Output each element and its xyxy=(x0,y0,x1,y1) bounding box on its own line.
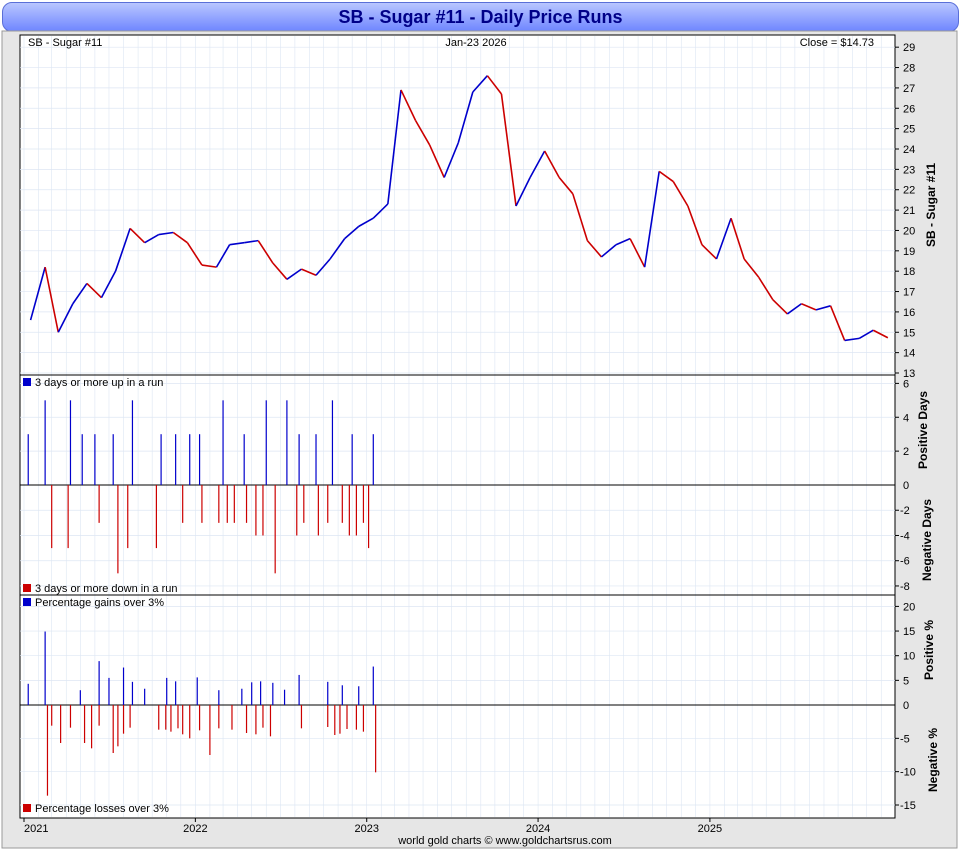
negative-percent-axis-title: Negative % xyxy=(926,728,940,792)
negative-days-axis-title: Negative Days xyxy=(920,499,934,581)
price-tick-label: 17 xyxy=(903,287,915,299)
price-axis-title: SB - Sugar #11 xyxy=(924,163,938,247)
percent-tick-label: 15 xyxy=(903,626,915,638)
footer-credit: world gold charts © www.goldchartsrus.co… xyxy=(397,835,612,847)
percent-tick-label: -15 xyxy=(900,800,916,812)
price-tick-label: 16 xyxy=(903,307,915,319)
days-tick-label: -4 xyxy=(900,530,910,542)
year-tick-label: 2021 xyxy=(24,823,48,835)
year-tick-label: 2024 xyxy=(526,823,550,835)
date-label: Jan-23 2026 xyxy=(445,37,506,49)
price-tick-label: 27 xyxy=(903,83,915,95)
days-tick-label: 6 xyxy=(903,378,909,390)
legend-swatch-gains xyxy=(23,598,31,606)
symbol-label: SB - Sugar #11 xyxy=(28,37,102,49)
price-tick-label: 26 xyxy=(903,103,915,115)
close-label: Close = $14.73 xyxy=(800,37,874,49)
percent-tick-label: -5 xyxy=(900,733,910,745)
price-tick-label: 29 xyxy=(903,42,915,54)
legend-losses: Percentage losses over 3% xyxy=(35,803,169,815)
price-tick-label: 23 xyxy=(903,164,915,176)
price-tick-label: 28 xyxy=(903,63,915,75)
price-tick-label: 22 xyxy=(903,185,915,197)
plot-area xyxy=(19,34,896,819)
year-tick-label: 2023 xyxy=(354,823,378,835)
chart-window: SB - Sugar #11 - Daily Price Runs SB - S… xyxy=(0,0,960,850)
positive-days-axis-title: Positive Days xyxy=(916,391,930,469)
price-tick-label: 15 xyxy=(903,327,915,339)
price-tick-label: 21 xyxy=(903,205,915,217)
percent-tick-label: 5 xyxy=(903,675,909,687)
percent-tick-label: 0 xyxy=(903,700,909,712)
percent-tick-label: 20 xyxy=(903,601,915,613)
days-tick-label: -6 xyxy=(900,556,910,568)
price-tick-label: 18 xyxy=(903,266,915,278)
legend-up-days: 3 days or more up in a run xyxy=(35,377,163,389)
days-tick-label: -2 xyxy=(900,505,910,517)
legend-swatch-up-days xyxy=(23,378,31,386)
days-tick-label: 0 xyxy=(903,480,909,492)
legend-gains: Percentage gains over 3% xyxy=(35,597,164,609)
price-tick-label: 19 xyxy=(903,246,915,258)
price-tick-label: 14 xyxy=(903,348,915,360)
percent-tick-label: -10 xyxy=(900,767,916,779)
positive-percent-axis-title: Positive % xyxy=(922,620,936,680)
legend-down-days: 3 days or more down in a run xyxy=(35,583,177,595)
legend-swatch-losses xyxy=(23,804,31,812)
price-tick-label: 20 xyxy=(903,225,915,237)
days-tick-label: 4 xyxy=(903,412,909,424)
days-tick-label: 2 xyxy=(903,446,909,458)
price-runs-chart: SB - Sugar #11 Jan-23 2026 Close = $14.7… xyxy=(1,30,958,849)
days-tick-label: -8 xyxy=(900,581,910,593)
legend-swatch-down-days xyxy=(23,584,31,592)
price-tick-label: 25 xyxy=(903,124,915,136)
year-tick-label: 2022 xyxy=(183,823,207,835)
year-tick-label: 2025 xyxy=(698,823,722,835)
percent-tick-label: 10 xyxy=(903,651,915,663)
price-tick-label: 24 xyxy=(903,144,915,156)
